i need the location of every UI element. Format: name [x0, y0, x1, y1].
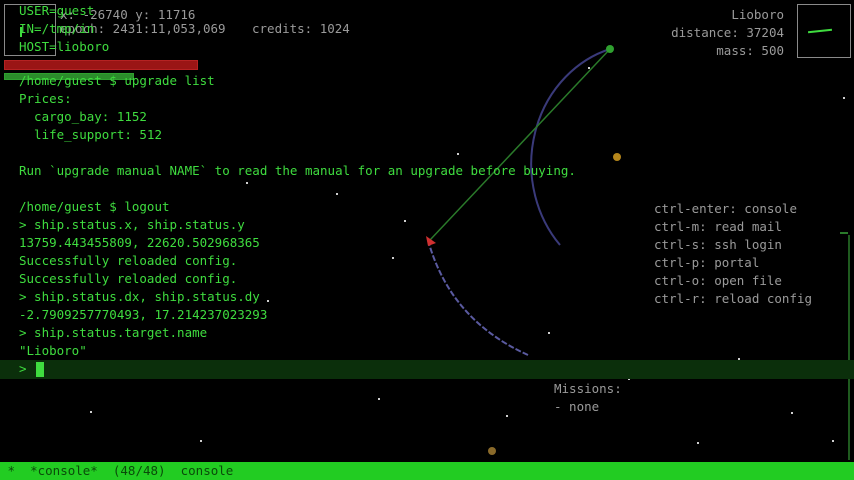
- modeline-text: * *console* (48/48) console: [0, 463, 234, 478]
- text-cursor: [36, 362, 44, 377]
- target-name: Lioboro: [731, 7, 784, 22]
- console-line: Run `upgrade manual NAME` to read the ma…: [19, 163, 576, 178]
- planet[interactable]: [488, 447, 496, 455]
- shortcut-portal: ctrl-p: portal: [654, 255, 760, 270]
- console-line: /home/guest $ upgrade list: [19, 73, 215, 88]
- console-line: > ship.status.target.name: [19, 325, 208, 340]
- ssh-host: HOST=lioboro: [19, 39, 110, 54]
- ssh-user: USER=guest: [19, 3, 95, 18]
- hull-bar: [4, 60, 198, 70]
- console-line: Prices:: [19, 91, 72, 106]
- modeline: * *console* (48/48) console: [0, 462, 854, 480]
- console-line: Successfully reloaded config.: [19, 253, 238, 268]
- console-line: "Lioboro": [19, 343, 87, 358]
- orbit-arc: [530, 48, 611, 246]
- target-planet[interactable]: [606, 45, 614, 53]
- trajectory-arc: [427, 239, 529, 356]
- hull-bar-fill: [5, 61, 197, 69]
- shortcut-mail: ctrl-m: read mail: [654, 219, 782, 234]
- target-mass: mass: 500: [716, 43, 784, 58]
- console-line: > ship.status.dx, ship.status.dy: [19, 289, 260, 304]
- missions-title: Missions:: [554, 381, 622, 396]
- console-line: > ship.status.x, ship.status.y: [19, 217, 245, 232]
- shortcut-console: ctrl-enter: console: [654, 201, 797, 216]
- console-prompt: >: [19, 361, 27, 376]
- console-line: /home/guest $ logout: [19, 199, 170, 214]
- game-screen[interactable]: x: -26740 y: 11716 epoch: 2431:11,053,06…: [0, 0, 854, 480]
- target-distance: distance: 37204: [671, 25, 784, 40]
- console-line: -2.7909257770493, 17.214237023293: [19, 307, 268, 322]
- target-line: [429, 48, 611, 241]
- console-input[interactable]: [0, 360, 854, 379]
- credits-readout: credits: 1024: [252, 21, 350, 36]
- console-line: 13759.443455809, 22620.502968365: [19, 235, 260, 250]
- minimap-right: [797, 4, 851, 58]
- minimap-marker: [807, 28, 833, 34]
- shortcut-open-file: ctrl-o: open file: [654, 273, 782, 288]
- planet[interactable]: [613, 153, 621, 161]
- shortcut-reload-config: ctrl-r: reload config: [654, 291, 813, 306]
- shortcut-ssh: ctrl-s: ssh login: [654, 237, 782, 252]
- player-ship-icon: [426, 236, 436, 246]
- console-line: cargo_bay: 1152: [19, 109, 147, 124]
- console-line: Successfully reloaded config.: [19, 271, 238, 286]
- console-line: life_support: 512: [19, 127, 162, 142]
- mission-item: - none: [554, 399, 600, 414]
- ssh-in: IN=/tmp/in: [19, 21, 95, 36]
